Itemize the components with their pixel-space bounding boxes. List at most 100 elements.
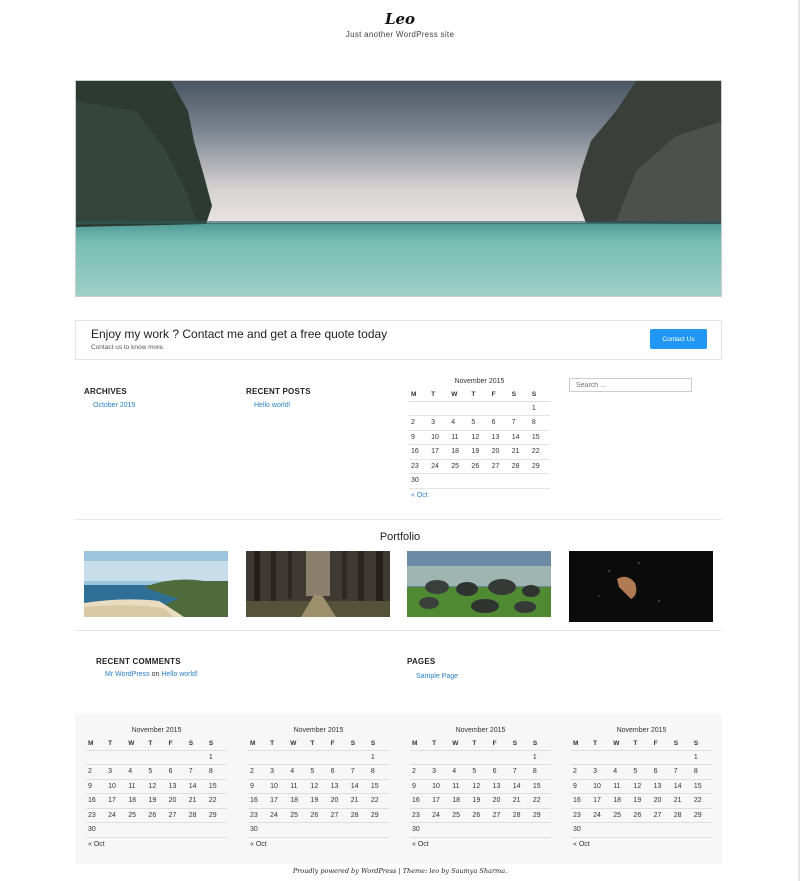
day-cell: 21	[510, 793, 531, 809]
portfolio-item-stones[interactable]	[407, 551, 551, 617]
day-cell: 27	[651, 808, 672, 823]
day-cell: 11	[450, 779, 471, 794]
day-cell: 14	[186, 779, 207, 794]
day-cell: 11	[126, 779, 147, 794]
day-cell	[429, 473, 450, 489]
day-cell	[591, 750, 612, 765]
weekday-header: F	[651, 738, 672, 751]
page-link-sample-page[interactable]: Sample Page	[416, 673, 458, 680]
calendar-week: 9 10 11 12 13 14 15	[409, 430, 550, 445]
portfolio-item-forest-path[interactable]	[246, 551, 390, 617]
search-input[interactable]	[569, 378, 692, 392]
day-cell	[146, 822, 167, 838]
day-cell: 21	[509, 444, 530, 460]
day-cell: 28	[348, 808, 369, 823]
day-cell: 3	[429, 415, 450, 431]
day-cell: 5	[470, 764, 491, 780]
day-cell: 2	[410, 764, 431, 780]
day-cell: 15	[691, 779, 712, 794]
day-cell	[631, 822, 652, 838]
archive-link-october-2015[interactable]: October 2015	[93, 402, 135, 409]
day-cell: 22	[530, 793, 551, 809]
day-cell: 2	[86, 764, 107, 780]
day-cell: 26	[469, 459, 490, 474]
day-cell	[166, 822, 187, 838]
calendar-table: MTWTFSS 1 2345678 9 10 11 12 13 14 15 16 17 18 19…	[410, 738, 551, 838]
day-cell	[348, 750, 369, 765]
day-cell: 16	[409, 444, 430, 460]
calendar-prev-month-link[interactable]: « Oct	[409, 492, 550, 499]
day-cell: 24	[106, 808, 127, 823]
day-cell: 9	[410, 779, 431, 794]
weekday-header: M	[571, 738, 592, 751]
day-cell: 26	[146, 808, 167, 823]
day-cell: 12	[470, 779, 491, 794]
portfolio-title: Portfolio	[379, 531, 421, 543]
footer-credits[interactable]: Proudly powered by WordPress | Theme: le…	[0, 867, 800, 875]
day-cell: 1	[368, 750, 389, 765]
weekday-header: W	[611, 738, 632, 751]
calendar-week: 23 24 25 26 27 28 29	[86, 808, 227, 823]
day-cell	[591, 822, 612, 838]
site-title[interactable]: Leo	[0, 10, 800, 28]
calendar-prev-month-link[interactable]: « Oct	[571, 841, 712, 848]
day-cell	[368, 822, 389, 838]
day-cell	[490, 822, 511, 838]
day-cell: 12	[146, 779, 167, 794]
comment-author-link[interactable]: Mr WordPress	[105, 671, 150, 678]
calendar-prev-month-link[interactable]: « Oct	[86, 841, 227, 848]
day-cell: 30	[410, 822, 431, 838]
weekday-header: M	[86, 738, 107, 751]
day-cell	[186, 750, 207, 765]
day-cell: 14	[509, 430, 530, 445]
day-cell: 13	[166, 779, 187, 794]
calendar-caption: November 2015	[131, 727, 182, 734]
day-cell: 6	[490, 764, 511, 780]
comment-post-link[interactable]: Hello world!	[161, 671, 198, 678]
calendar-week: 9 10 11 12 13 14 15	[410, 779, 551, 794]
day-cell: 24	[591, 808, 612, 823]
day-cell	[430, 822, 451, 838]
day-cell: 10	[591, 779, 612, 794]
portfolio-item-dark-hand[interactable]	[569, 551, 713, 622]
calendar-week: 9 10 11 12 13 14 15	[571, 779, 712, 794]
hero-image	[75, 80, 722, 297]
day-cell: 1	[691, 750, 712, 765]
calendar-week: 16 17 18 19 20 21 22	[86, 793, 227, 809]
day-cell: 2	[248, 764, 269, 780]
weekday-header: F	[328, 738, 349, 751]
day-cell	[288, 750, 309, 765]
recent-post-link-hello-world[interactable]: Hello world!	[254, 402, 291, 409]
day-cell: 24	[429, 459, 450, 474]
day-cell: 25	[611, 808, 632, 823]
day-cell: 19	[308, 793, 329, 809]
calendar-week: 9 10 11 12 13 14 15	[86, 779, 227, 794]
day-cell	[288, 822, 309, 838]
calendar-week: 2345678	[571, 764, 712, 780]
day-cell	[449, 473, 470, 489]
contact-us-button[interactable]: Contact Us	[650, 329, 707, 349]
day-cell: 23	[86, 808, 107, 823]
call-to-action-box: Enjoy my work ? Contact me and get a fre…	[75, 320, 722, 360]
day-cell	[186, 822, 207, 838]
portfolio-item-coastline[interactable]	[84, 551, 228, 617]
day-cell: 13	[328, 779, 349, 794]
day-cell	[530, 822, 551, 838]
calendar-week: 2345678	[409, 415, 550, 431]
calendar-week: 1	[410, 750, 551, 765]
day-cell: 25	[288, 808, 309, 823]
dark-hand-photo	[569, 551, 713, 622]
day-cell: 28	[671, 808, 692, 823]
calendar-week: 2345678	[86, 764, 227, 780]
calendar-week: 23 24 25 26 27 28 29	[571, 808, 712, 823]
day-cell	[489, 401, 510, 416]
calendar-week: 30	[409, 473, 550, 489]
day-cell: 13	[489, 430, 510, 445]
day-cell: 17	[268, 793, 289, 809]
calendar-week: 23 24 25 26 27 28 29	[248, 808, 389, 823]
calendar-prev-month-link[interactable]: « Oct	[248, 841, 389, 848]
day-cell: 8	[691, 764, 712, 780]
coastline-photo	[84, 551, 228, 617]
calendar-prev-month-link[interactable]: « Oct	[410, 841, 551, 848]
day-cell	[348, 822, 369, 838]
